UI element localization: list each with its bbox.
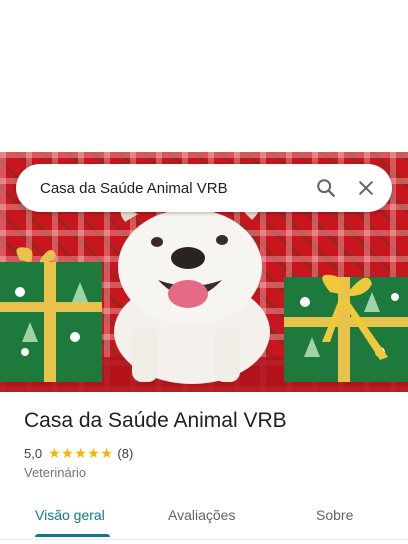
star-icon: ★: [61, 445, 74, 461]
clear-search-button[interactable]: [346, 168, 386, 208]
review-count[interactable]: (8): [117, 446, 133, 461]
search-icon: [317, 179, 335, 197]
place-category: Veterinário: [24, 465, 87, 480]
place-tabs: Visão geral Avaliações Sobre: [0, 498, 408, 544]
search-box[interactable]: Casa da Saúde Animal VRB: [16, 164, 392, 212]
star-icon: ★: [100, 445, 113, 461]
star-icon: ★: [48, 445, 61, 461]
star-rating: ★ ★ ★ ★ ★: [48, 446, 113, 460]
search-input[interactable]: Casa da Saúde Animal VRB: [40, 180, 306, 197]
place-title: Casa da Saúde Animal VRB: [24, 409, 287, 432]
search-button[interactable]: [306, 168, 346, 208]
tab-reviews[interactable]: Avaliações: [168, 498, 235, 532]
divider: [0, 539, 408, 540]
active-tab-indicator: [35, 534, 110, 537]
rating-row[interactable]: 5,0 ★ ★ ★ ★ ★ (8): [24, 444, 133, 462]
tab-about[interactable]: Sobre: [316, 498, 353, 532]
star-icon: ★: [74, 445, 87, 461]
tab-overview[interactable]: Visão geral: [35, 498, 105, 532]
rating-value: 5,0: [24, 445, 43, 461]
close-icon: [359, 181, 373, 195]
star-icon: ★: [87, 445, 100, 461]
